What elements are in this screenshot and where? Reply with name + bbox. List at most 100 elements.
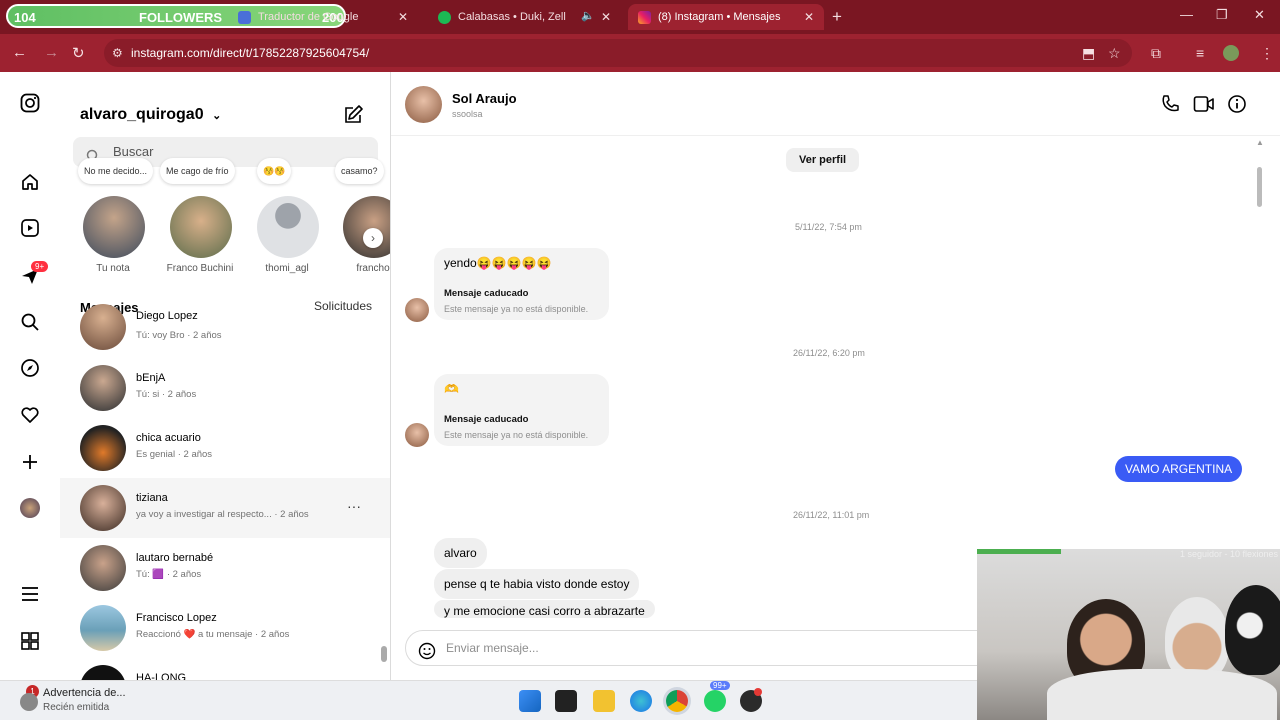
close-icon[interactable]: ✕ <box>398 10 408 24</box>
search-placeholder: Buscar <box>113 144 154 159</box>
heart-hands-icon: 🫶 <box>444 382 459 396</box>
message-timestamp: 26/11/22, 6:20 pm <box>793 348 865 358</box>
conversation-item[interactable]: chica acuario Es genial · 2 años <box>60 418 390 478</box>
chat-scrollbar[interactable] <box>1257 167 1262 207</box>
info-icon[interactable] <box>1227 94 1247 119</box>
avatar <box>405 423 429 447</box>
avatar <box>170 196 232 258</box>
create-icon[interactable] <box>19 451 41 473</box>
profile-avatar-icon[interactable] <box>19 497 41 519</box>
speaker-icon[interactable]: 🔈 <box>581 9 595 22</box>
edge-icon[interactable] <box>630 690 652 712</box>
chat-contact-name[interactable]: Sol Araujo <box>452 91 517 106</box>
tab-traductor[interactable]: Traductor de Google ✕ <box>228 4 418 30</box>
avatar <box>80 545 126 591</box>
terminal-icon[interactable] <box>555 690 577 712</box>
obs-icon[interactable] <box>740 688 762 712</box>
avatar <box>80 605 126 651</box>
sent-message: VAMO ARGENTINA <box>1115 456 1243 482</box>
chevron-down-icon: ⌄ <box>212 110 222 122</box>
new-message-icon[interactable] <box>344 104 364 129</box>
maximize-icon[interactable]: ❐ <box>1216 7 1228 23</box>
webcam-person <box>1225 585 1280 675</box>
instagram-icon <box>638 10 651 24</box>
bookmark-star-icon[interactable]: ☆ <box>1108 45 1121 62</box>
video-call-icon[interactable] <box>1193 94 1215 119</box>
received-message: alvaro <box>434 538 487 568</box>
account-switcher[interactable]: alvaro_quiroga0 ⌄ <box>80 106 221 124</box>
avatar <box>80 485 126 531</box>
profile-avatar[interactable] <box>1223 45 1239 61</box>
chevron-right-icon[interactable]: › <box>363 228 383 248</box>
back-icon[interactable]: ← <box>12 44 27 61</box>
conversation-item[interactable]: Francisco Lopez Reaccionó ❤️ a tu mensaj… <box>60 598 390 658</box>
tab-instagram[interactable]: (8) Instagram • Mensajes ✕ <box>628 4 824 30</box>
explore-icon[interactable] <box>19 357 41 379</box>
chrome-icon[interactable] <box>666 690 688 712</box>
close-icon[interactable]: ✕ <box>804 10 814 24</box>
more-menu-icon[interactable] <box>19 583 41 605</box>
threads-icon[interactable] <box>19 630 41 652</box>
conversation-item[interactable]: Diego Lopez Tú: voy Bro · 2 años <box>60 304 390 358</box>
received-message: pense q te habia visto donde estoy <box>434 569 640 599</box>
browser-toolbar: ← → ↻ ⚙ instagram.com/direct/t/178522879… <box>0 34 1280 72</box>
avatar <box>80 365 126 411</box>
forward-icon[interactable]: → <box>44 44 59 61</box>
conversation-item[interactable]: lautaro bernabé Tú: 🟪 · 2 años <box>60 538 390 598</box>
media-icon[interactable]: ≡ <box>1196 45 1204 61</box>
new-tab-button[interactable]: + <box>832 7 842 27</box>
note-bubble: No me decido... <box>78 158 154 184</box>
conversation-preview: Es genial · 2 años <box>136 449 213 460</box>
reload-icon[interactable]: ↻ <box>72 44 85 62</box>
conversation-name: Francisco Lopez <box>136 612 217 624</box>
conversation-item[interactable]: tiziana ya voy a investigar al respecto.… <box>60 478 390 538</box>
message-text: yendo😝😝😝😝😝 <box>444 256 552 270</box>
expired-title: Mensaje caducado <box>444 414 529 425</box>
window-close-icon[interactable]: ✕ <box>1254 7 1265 23</box>
emoji-icon[interactable] <box>418 639 436 673</box>
windows-start-icon[interactable] <box>519 690 541 712</box>
conversation-item[interactable]: bEnjA Tú: si · 2 años <box>60 358 390 418</box>
address-bar[interactable]: ⚙ instagram.com/direct/t/178522879256047… <box>104 39 1132 67</box>
avatar <box>80 425 126 471</box>
notification-badge: 9+ <box>31 261 49 272</box>
message-timestamp: 26/11/22, 11:01 pm <box>793 510 870 520</box>
note-name: francho <box>356 263 390 274</box>
extensions-icon[interactable]: ⧉ <box>1151 45 1161 62</box>
conversation-preview: ya voy a investigar al respecto... · 2 a… <box>136 509 309 520</box>
message-timestamp: 5/11/22, 7:54 pm <box>795 222 862 232</box>
heart-icon[interactable] <box>19 404 41 426</box>
inbox-scrollbar[interactable] <box>381 646 387 662</box>
tab-spotify[interactable]: Calabasas • Duki, Zell 🔈 ✕ <box>428 4 621 30</box>
note-bubble: casamo? <box>335 158 384 184</box>
install-icon[interactable]: ⬒ <box>1082 45 1095 62</box>
view-profile-button[interactable]: Ver perfil <box>786 148 860 172</box>
conversation-item[interactable]: HA-LONG <box>60 658 390 680</box>
conversation-name: lautaro bernabé <box>136 552 214 564</box>
close-icon[interactable]: ✕ <box>601 10 611 24</box>
minimize-icon[interactable]: — <box>1180 7 1193 22</box>
reels-icon[interactable] <box>19 217 41 239</box>
messenger-icon[interactable]: 9+ <box>19 261 49 287</box>
expired-message: 🫶 Mensaje caducado Este mensaje ya no es… <box>434 374 609 446</box>
home-icon[interactable] <box>19 171 41 193</box>
received-message: y me emocione casi corro a abrazarte <box>434 600 655 618</box>
conversation-preview: Tú: 🟪 · 2 años <box>136 569 202 580</box>
conversation-name: chica acuario <box>136 432 201 444</box>
instagram-logo-icon[interactable] <box>19 92 41 114</box>
browser-tab-bar: 104 FOLLOWERS 200 Traductor de Google ✕ … <box>0 0 1280 34</box>
avatar <box>83 196 145 258</box>
site-info-icon[interactable]: ⚙ <box>112 39 123 67</box>
overlay-left-count: 104 <box>14 10 36 25</box>
conversation-preview: Tú: voy Bro · 2 años <box>136 330 222 341</box>
more-options-icon[interactable]: ··· <box>347 498 361 514</box>
phone-icon[interactable] <box>1160 94 1180 119</box>
whatsapp-icon[interactable]: 99+ <box>704 681 730 712</box>
whatsapp-badge: 99+ <box>710 681 730 690</box>
menu-icon[interactable]: ⋮ <box>1260 45 1274 62</box>
avatar[interactable] <box>405 86 442 123</box>
search-icon[interactable] <box>19 311 41 333</box>
tab-title: (8) Instagram • Mensajes <box>658 11 781 23</box>
scroll-up-icon[interactable]: ▲ <box>1256 138 1264 147</box>
file-explorer-icon[interactable] <box>593 690 615 712</box>
